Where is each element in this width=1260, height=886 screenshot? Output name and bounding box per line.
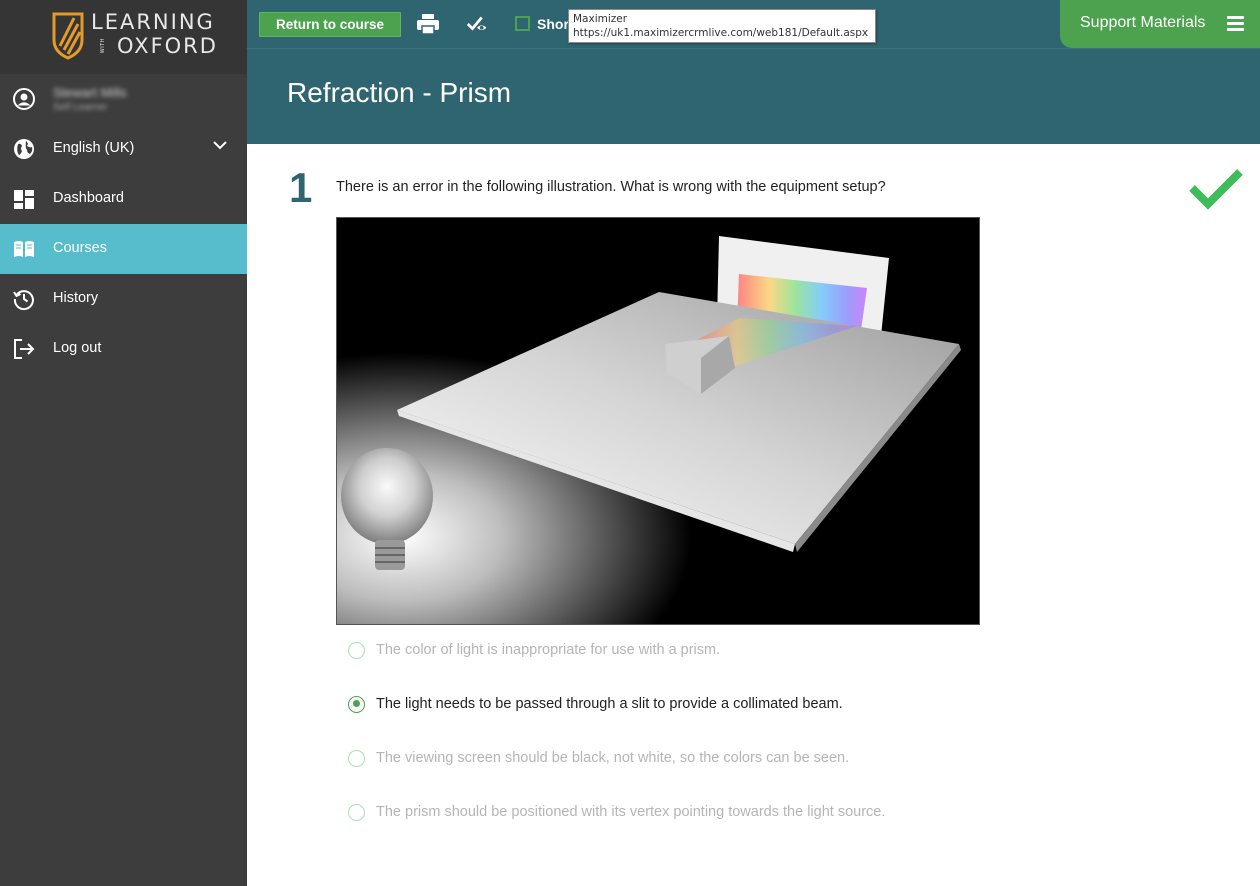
chevron-down-icon <box>213 141 227 150</box>
prism-illustration <box>336 217 980 625</box>
logo-oxford: OXFORD <box>117 34 218 58</box>
user-name: Stewart Mills <box>53 85 127 100</box>
radio-button[interactable] <box>348 803 365 821</box>
answer-option[interactable]: The prism should be positioned with its … <box>348 801 885 823</box>
show-answers-checkbox[interactable] <box>515 16 530 31</box>
sidebar-item-label: Log out <box>53 340 102 356</box>
radio-button-selected[interactable] <box>348 695 365 713</box>
support-materials-button[interactable]: Support Materials <box>1060 0 1260 48</box>
check-answers-icon[interactable] <box>466 13 490 35</box>
return-to-course-button[interactable]: Return to course <box>259 12 402 37</box>
sidebar-item-courses[interactable]: Courses <box>0 224 247 274</box>
answer-option-label: The color of light is inappropriate for … <box>376 642 721 658</box>
sidebar-item-logout[interactable]: Log out <box>0 324 247 374</box>
logo-with: WITH <box>100 38 106 54</box>
sidebar-item-dashboard[interactable]: Dashboard <box>0 174 247 224</box>
logo-learning: LEARNING <box>91 10 215 34</box>
sidebar-item-label: Dashboard <box>53 190 124 206</box>
print-icon[interactable] <box>416 13 440 35</box>
user-profile[interactable]: Stewart Mills Self Learner <box>0 74 247 124</box>
sidebar: LEARNING WITH OXFORD Stewart Mills Self … <box>0 0 247 886</box>
hamburger-menu-icon[interactable] <box>1227 16 1244 31</box>
shield-icon <box>52 12 84 60</box>
question-text: There is an error in the following illus… <box>336 179 886 195</box>
answer-option-label: The prism should be positioned with its … <box>376 804 886 820</box>
browser-tooltip: Maximizer https://uk1.maximizercrmlive.c… <box>568 9 876 43</box>
language-selector[interactable]: English (UK) <box>0 124 247 174</box>
learning-with-oxford-logo[interactable]: LEARNING WITH OXFORD <box>0 0 247 74</box>
show-answers-label: Shor <box>537 16 569 32</box>
globe-icon <box>14 139 34 159</box>
radio-button[interactable] <box>348 749 365 767</box>
correct-checkmark-icon <box>1189 169 1243 210</box>
answer-option-selected[interactable]: The light needs to be passed through a s… <box>348 693 843 715</box>
page-title: Refraction - Prism <box>287 77 512 108</box>
dashboard-icon <box>14 190 34 209</box>
book-icon <box>14 241 34 257</box>
question-number: 1 <box>289 164 313 211</box>
answer-option-label: The viewing screen should be black, not … <box>376 750 850 766</box>
logout-icon <box>14 339 35 359</box>
history-icon <box>13 290 34 311</box>
logo-text: LEARNING WITH OXFORD <box>91 10 218 58</box>
user-icon <box>13 88 35 110</box>
tooltip-title: Maximizer <box>573 13 628 25</box>
sidebar-item-history[interactable]: History <box>0 274 247 324</box>
support-materials-label: Support Materials <box>1080 14 1206 31</box>
title-band: Refraction - Prism <box>247 48 1260 144</box>
answer-option[interactable]: The color of light is inappropriate for … <box>348 639 720 661</box>
answer-option-label: The light needs to be passed through a s… <box>376 696 843 712</box>
tooltip-url: https://uk1.maximizercrmlive.com/web181/… <box>573 27 869 39</box>
sidebar-item-label: History <box>53 290 99 306</box>
radio-button[interactable] <box>348 641 365 659</box>
sidebar-item-label: Courses <box>53 240 107 256</box>
answer-option[interactable]: The viewing screen should be black, not … <box>348 747 849 769</box>
user-subtitle: Self Learner <box>53 102 108 113</box>
language-label: English (UK) <box>53 140 135 156</box>
